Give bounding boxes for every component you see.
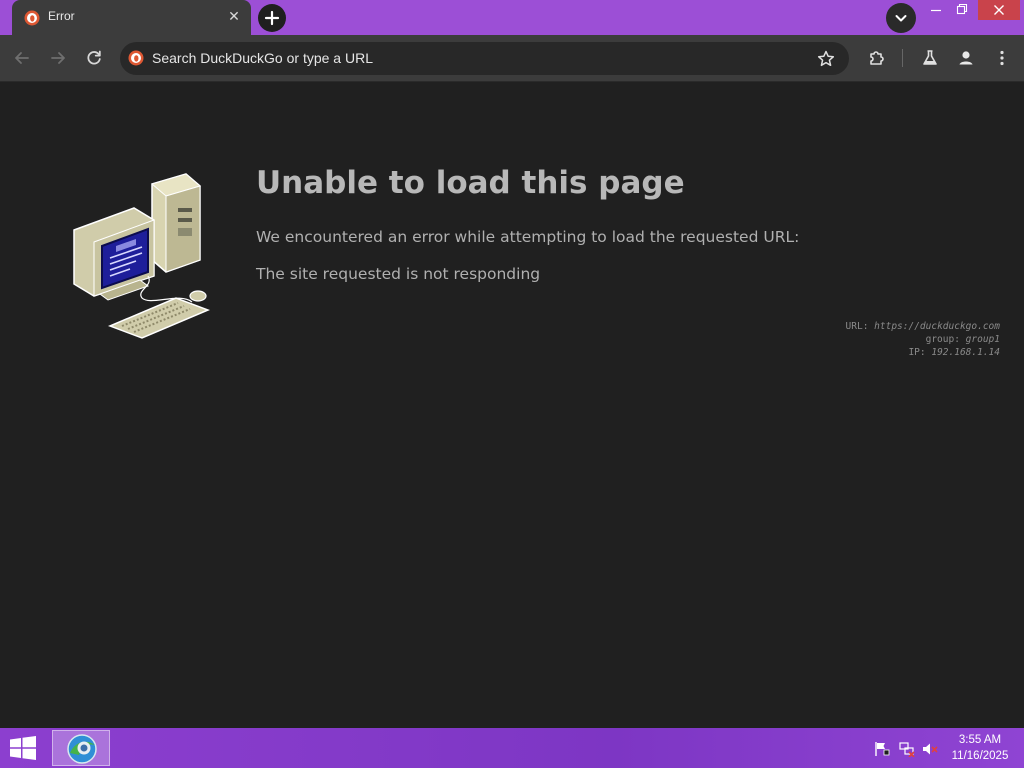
browser-icon bbox=[67, 734, 97, 764]
forward-button[interactable] bbox=[47, 47, 69, 69]
title-bar: Error ✕ bbox=[0, 0, 1024, 35]
tray-action-center[interactable] bbox=[874, 741, 890, 757]
error-meta: URL: https://duckduckgo.com group: group… bbox=[846, 320, 1000, 359]
extensions-button[interactable] bbox=[866, 47, 888, 69]
windows-icon bbox=[10, 736, 36, 760]
restore-icon bbox=[956, 3, 968, 15]
meta-ip-line: IP: 192.168.1.14 bbox=[846, 346, 1000, 359]
meta-url-label: URL: bbox=[845, 321, 869, 332]
tab-search-button[interactable] bbox=[886, 3, 916, 33]
flag-icon bbox=[875, 742, 890, 756]
address-bar-text[interactable]: Search DuckDuckGo or type a URL bbox=[152, 50, 373, 66]
puzzle-icon bbox=[870, 51, 884, 65]
plus-icon bbox=[264, 10, 280, 26]
more-vertical-icon bbox=[1000, 50, 1004, 66]
meta-url-value: https://duckduckgo.com bbox=[874, 321, 1000, 332]
start-button[interactable] bbox=[8, 735, 38, 761]
star-icon bbox=[817, 50, 835, 67]
menu-button[interactable] bbox=[991, 47, 1013, 69]
back-button[interactable] bbox=[11, 47, 33, 69]
arrow-right-icon bbox=[51, 52, 65, 64]
toolbar-divider bbox=[902, 49, 903, 67]
meta-group-label: group: bbox=[925, 334, 960, 345]
clock-time: 3:55 AM bbox=[958, 734, 1002, 746]
duckduckgo-icon bbox=[24, 10, 40, 26]
meta-group-value: group1 bbox=[965, 334, 1000, 345]
address-bar[interactable]: Search DuckDuckGo or type a URL bbox=[120, 42, 849, 75]
taskbar: 3:55 AM 11/16/2025 bbox=[0, 728, 1024, 768]
flask-icon bbox=[923, 50, 937, 65]
labs-button[interactable] bbox=[919, 47, 941, 69]
tab-close-icon[interactable]: ✕ bbox=[226, 9, 242, 25]
bookmark-button[interactable] bbox=[815, 48, 837, 70]
tab-title: Error bbox=[48, 9, 75, 23]
close-icon bbox=[994, 5, 1004, 15]
meta-ip-label: IP: bbox=[908, 347, 926, 358]
clock-date: 11/16/2025 bbox=[951, 750, 1009, 762]
taskbar-clock[interactable]: 3:55 AM 11/16/2025 bbox=[944, 732, 1016, 764]
error-description: We encountered an error while attempting… bbox=[256, 228, 800, 246]
error-reason: The site requested is not responding bbox=[256, 265, 541, 283]
reload-icon bbox=[87, 50, 101, 65]
minimize-button[interactable] bbox=[924, 0, 948, 20]
new-tab-button[interactable] bbox=[258, 4, 286, 32]
volume-muted-icon bbox=[923, 743, 938, 755]
error-title: Unable to load this page bbox=[256, 165, 685, 201]
arrow-left-icon bbox=[15, 52, 29, 64]
close-window-button[interactable] bbox=[978, 0, 1020, 20]
person-icon bbox=[959, 51, 973, 65]
profile-button[interactable] bbox=[955, 47, 977, 69]
duckduckgo-icon bbox=[128, 50, 144, 66]
meta-ip-value: 192.168.1.14 bbox=[931, 347, 1000, 358]
tray-volume[interactable] bbox=[922, 741, 938, 757]
page-content: Unable to load this page We encountered … bbox=[0, 82, 1024, 728]
meta-url-line: URL: https://duckduckgo.com bbox=[846, 320, 1000, 333]
minimize-icon bbox=[931, 9, 941, 12]
network-icon bbox=[899, 742, 915, 758]
browser-toolbar: Search DuckDuckGo or type a URL bbox=[0, 35, 1024, 82]
computer-illustration-icon bbox=[73, 173, 210, 339]
tab-error[interactable]: Error ✕ bbox=[12, 0, 251, 35]
restore-button[interactable] bbox=[950, 0, 974, 20]
taskbar-browser-app[interactable] bbox=[52, 730, 110, 766]
chevron-down-icon bbox=[895, 15, 907, 22]
tray-network[interactable] bbox=[899, 741, 915, 758]
reload-button[interactable] bbox=[83, 47, 105, 69]
meta-group-line: group: group1 bbox=[846, 333, 1000, 346]
